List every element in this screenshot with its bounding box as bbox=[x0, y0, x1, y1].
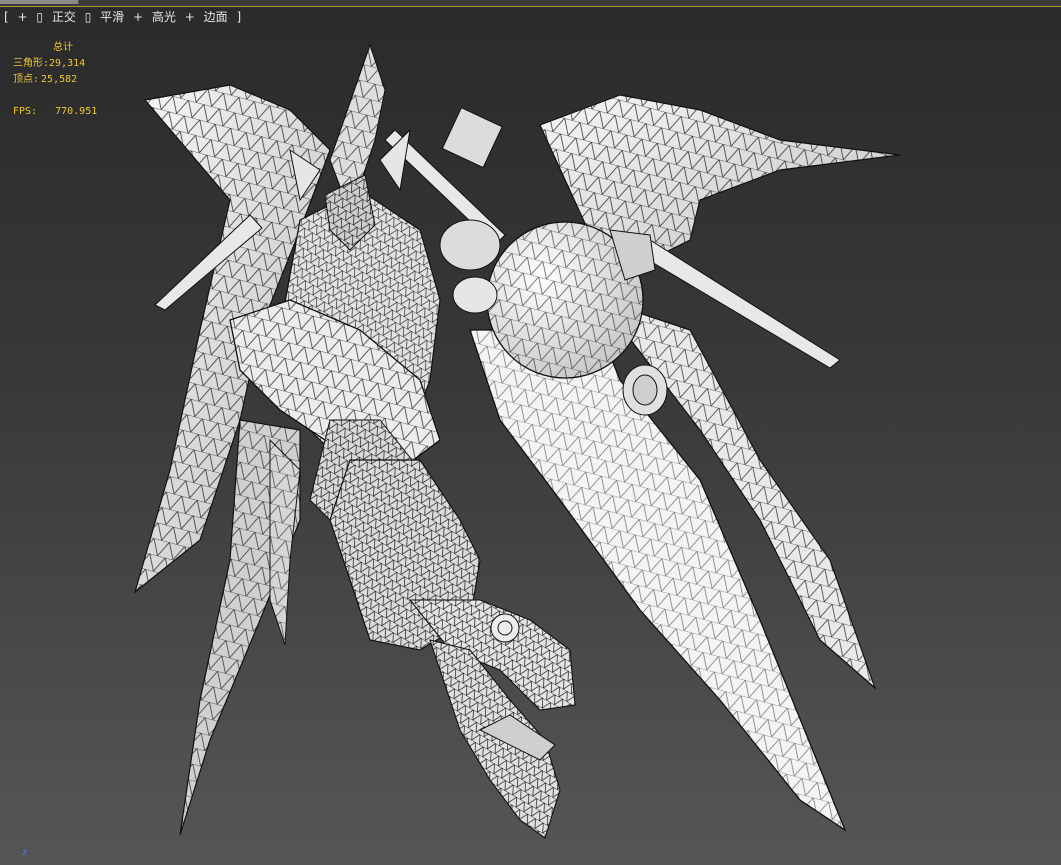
lower-wing-blades bbox=[269, 438, 301, 646]
axis-tripod-z: z bbox=[22, 848, 28, 858]
mecha-wireframe-model[interactable] bbox=[0, 0, 1061, 865]
robot-legs bbox=[329, 459, 576, 839]
viewport-perspective[interactable]: [ + ▯ 正交 ▯ 平滑 + 高光 + 边面 ] 总计 三角形:29,314 … bbox=[0, 0, 1061, 865]
